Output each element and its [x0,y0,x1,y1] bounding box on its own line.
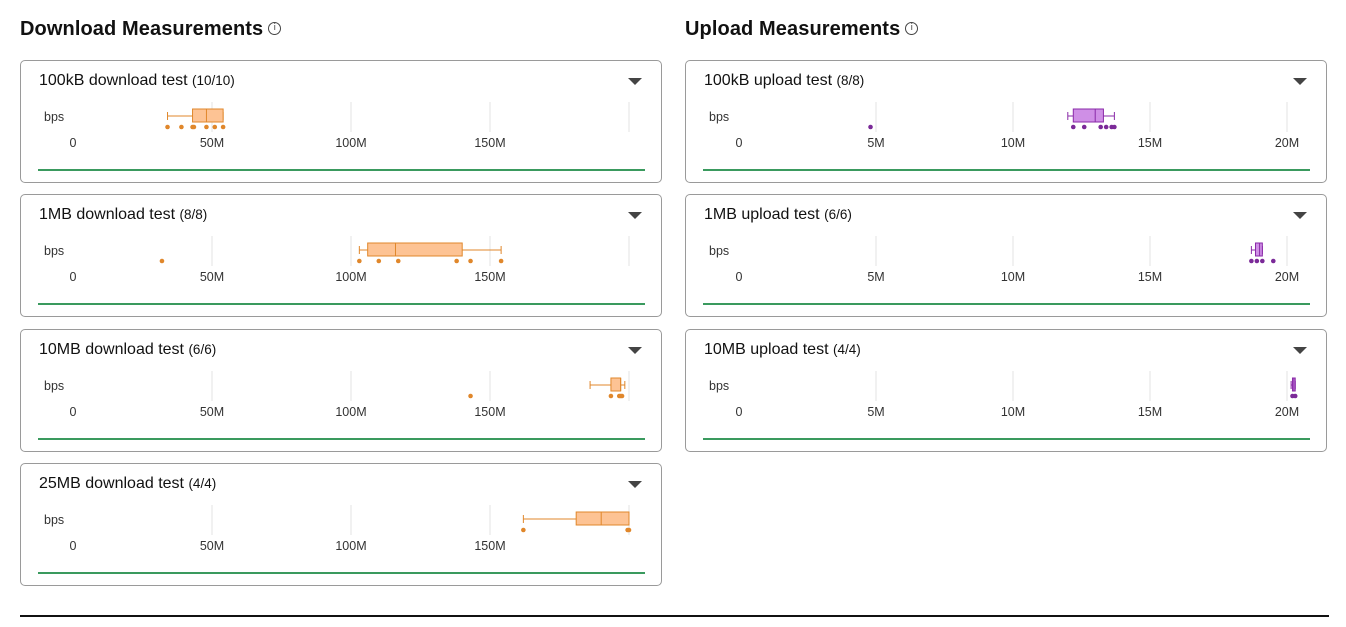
box-iqr [367,242,463,257]
data-point [212,124,218,130]
data-point [165,124,170,130]
box-plot: bps 0 50M 100M 150M [38,102,645,171]
data-point [1098,124,1103,130]
x-tick-label: 5M [867,405,884,419]
data-point [454,258,459,264]
x-tick-label: 0 [736,136,743,150]
data-point [1070,124,1076,130]
x-tick-label: 50M [200,539,224,553]
y-axis-label: bps [44,110,64,124]
data-point [1112,124,1117,130]
x-tick-label: 100M [335,405,366,419]
y-axis-label: bps [709,110,729,124]
box-iqr [610,377,622,392]
data-point [521,527,526,533]
data-point [204,124,209,130]
x-tick-label: 100M [335,539,366,553]
box-plot: bps 0 5M 10M 15M 20M [703,371,1310,440]
data-point [159,258,165,264]
x-tick-label: 0 [736,405,743,419]
download-title-text: Download Measurements [20,18,264,40]
data-point [468,258,473,264]
test-card-ul-10mb: 10MB upload test (4/4) bps 0 5M 10M 15M 20M [685,329,1327,452]
y-axis-label: bps [44,244,64,258]
x-tick-label: 150M [474,539,505,553]
x-tick-label: 5M [867,270,884,284]
x-tick-label: 0 [736,270,743,284]
box-iqr [1072,108,1104,123]
test-card-ul-1mb: 1MB upload test (6/6) bps 0 5M 10M 15M 20M [685,194,1327,317]
box-plot: bps 0 50M 100M 150M [38,371,645,440]
test-card-dl-25mb: 25MB download test (4/4) bps 0 50M 100M 150M [20,463,662,586]
test-card-dl-1mb: 1MB download test (8/8) bps 0 50M 100M 150M [20,194,662,317]
x-tick-label: 10M [1001,136,1025,150]
data-point [1260,258,1265,264]
bottom-divider [20,615,1329,617]
x-tick-label: 50M [200,270,224,284]
x-tick-label: 10M [1001,405,1025,419]
data-point [608,393,614,399]
x-tick-label: 0 [70,136,77,150]
data-point [619,393,625,399]
box-plot: bps 0 5M 10M 15M 20M [703,102,1310,171]
box-plot: bps 0 50M 100M 150M [38,236,645,305]
upload-section-title: Upload Measurements i [685,18,919,41]
test-card-ul-100kb: 100kB upload test (8/8) bps 0 5M 10M 15M 20M [685,60,1327,183]
x-tick-label: 100M [335,270,366,284]
data-point [626,527,632,533]
x-tick-label: 5M [867,136,884,150]
y-axis-label: bps [44,379,64,393]
x-tick-label: 15M [1138,270,1162,284]
info-icon[interactable]: i [905,22,919,35]
box-iqr [192,108,224,123]
x-tick-label: 0 [70,405,77,419]
x-tick-label: 10M [1001,270,1025,284]
data-point [498,258,504,264]
x-tick-label: 20M [1275,270,1299,284]
x-tick-label: 150M [474,270,505,284]
x-tick-label: 50M [200,405,224,419]
upload-title-text: Upload Measurements [685,18,901,40]
data-point [1254,258,1260,264]
data-point [1271,258,1276,264]
y-axis-label: bps [709,244,729,258]
test-card-dl-100kb: 100kB download test (10/10) bps 0 50M 100M 15… [20,60,662,183]
x-tick-label: 0 [70,539,77,553]
download-section-title: Download Measurements i [20,18,282,41]
y-axis-label: bps [44,513,64,527]
data-point [376,258,382,264]
box-iqr [1254,242,1263,257]
x-tick-label: 15M [1138,405,1162,419]
x-tick-label: 150M [474,136,505,150]
box-plot: bps 0 50M 100M 150M [38,505,645,574]
test-card-dl-10mb: 10MB download test (6/6) bps 0 50M 100M 150M [20,329,662,452]
x-tick-label: 0 [70,270,77,284]
info-icon[interactable]: i [268,22,282,35]
data-point [357,258,362,264]
data-point [868,124,873,130]
x-tick-label: 150M [474,405,505,419]
data-point [1081,124,1087,130]
x-tick-label: 15M [1138,136,1162,150]
data-point [1103,124,1109,130]
data-point [1249,258,1254,264]
data-point [220,124,226,130]
data-point [1292,393,1298,399]
y-axis-label: bps [709,379,729,393]
box-iqr [575,511,630,526]
data-point [191,124,197,130]
x-tick-label: 20M [1275,136,1299,150]
box-plot: bps 0 5M 10M 15M 20M [703,236,1310,305]
data-point [468,393,473,399]
x-tick-label: 50M [200,136,224,150]
x-tick-label: 100M [335,136,366,150]
data-point [179,124,184,130]
data-point [395,258,401,264]
x-tick-label: 20M [1275,405,1299,419]
